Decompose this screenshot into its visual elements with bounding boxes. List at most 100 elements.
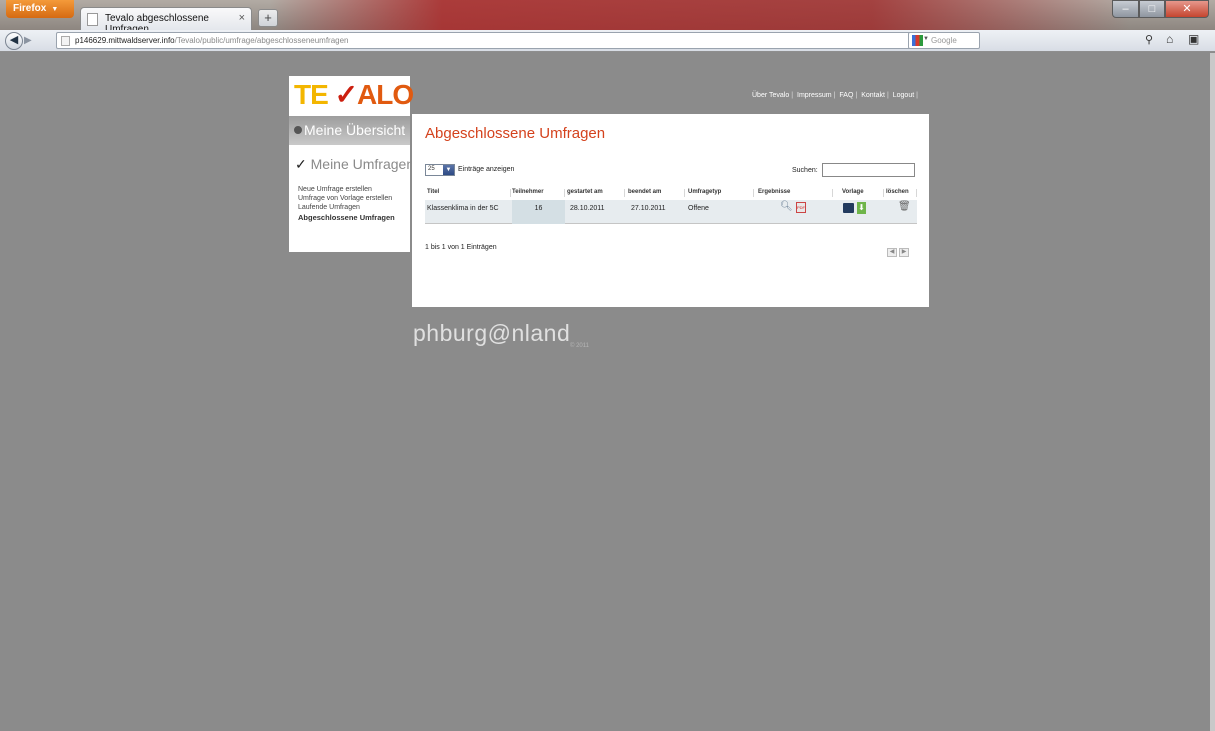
phburgenland-logo: phburg@nland [413, 320, 571, 346]
tab-close-icon[interactable]: × [239, 12, 245, 24]
logo-te: TE [294, 79, 329, 110]
table-header: Titel Teilnehmer gestartet am beendet am… [425, 187, 917, 200]
next-page-button[interactable]: ▶ [899, 248, 909, 257]
col-beendet[interactable]: beendet am [628, 187, 685, 200]
search-icon[interactable]: ⚲ [1145, 33, 1153, 46]
logo-check: ✓ [334, 79, 358, 110]
addon-bar-icon[interactable]: ▣ [1188, 32, 1199, 46]
logo-alo: ALO [357, 79, 414, 110]
minimize-button[interactable]: – [1112, 0, 1139, 18]
sort-icon [510, 189, 511, 197]
magnifier-icon[interactable]: 🔍︎ [780, 201, 793, 212]
logo-text: TE ✓ALO [289, 76, 414, 111]
col-gestartet[interactable]: gestartet am [567, 187, 625, 200]
download-icon[interactable]: ⬇ [857, 202, 866, 214]
forward-button[interactable]: ▶ [24, 34, 38, 48]
address-bar[interactable]: p146629.mittwaldserver.info/Tevalo/publi… [56, 32, 973, 49]
url-host: p146629.mittwaldserver.info [75, 36, 175, 45]
col-ergebnisse[interactable]: Ergebnisse [758, 187, 833, 200]
save-template-icon[interactable] [843, 203, 854, 213]
entries-per-page-select[interactable]: 25 ▼ [425, 164, 455, 176]
col-gestartet-label: gestartet am [567, 189, 603, 195]
nav-ueber-tevalo[interactable]: Über Tevalo [750, 92, 791, 99]
sidebar-link-neue-umfrage[interactable]: Neue Umfrage erstellen [298, 186, 372, 193]
col-ergebnisse-label: Ergebnisse [758, 189, 791, 195]
search-label: Suchen: [792, 167, 818, 174]
firefox-menu-button[interactable]: Firefox ▼ [6, 0, 74, 18]
sort-icon [883, 189, 884, 197]
search-engine-placeholder: Google [931, 36, 957, 45]
sort-icon [624, 189, 625, 197]
close-window-button[interactable]: ✕ [1165, 0, 1209, 18]
window-titlebar: Firefox ▼ Tevalo abgeschlossene Umfragen … [0, 0, 1215, 35]
col-vorlage-label: Vorlage [842, 189, 864, 195]
sidebar-link-von-vorlage[interactable]: Umfrage von Vorlage erstellen [298, 195, 392, 202]
page-favicon-icon [87, 13, 98, 26]
nav-logout[interactable]: Logout [891, 92, 916, 99]
entries-per-page-value: 25 [428, 166, 435, 172]
titlebar-decoration [270, 0, 1130, 30]
sidebar-item-umfragen[interactable]: ✓ Meine Umfragen [295, 156, 414, 173]
table-search-input[interactable] [822, 163, 915, 177]
sort-icon [564, 189, 565, 197]
search-engine-box[interactable]: ▼ Google [908, 32, 980, 49]
sidebar-umfragen-label: Meine Umfragen [310, 156, 415, 172]
table-row: Klassenklima in der 5C 16 28.10.2011 27.… [425, 200, 917, 224]
main-content-panel: Abgeschlossene Umfragen 25 ▼ Einträge an… [412, 114, 929, 307]
pagination: ◀ ▶ [887, 248, 909, 257]
col-loeschen[interactable]: löschen [886, 187, 917, 200]
cell-umfragetyp: Offene [688, 205, 709, 212]
copyright: © 2011 [570, 343, 589, 349]
home-icon[interactable]: ⌂ [1166, 32, 1173, 46]
nav-kontakt[interactable]: Kontakt [859, 92, 887, 99]
sidebar: Meine Übersicht ✓ Meine Umfragen Neue Um… [289, 116, 414, 252]
sort-icon [753, 189, 754, 197]
url-path: /Tevalo/public/umfrage/abgeschlosseneumf… [174, 36, 349, 45]
cell-beendet: 27.10.2011 [631, 205, 666, 212]
col-beendet-label: beendet am [628, 189, 662, 195]
top-navigation: Über Tevalo | Impressum | FAQ | Kontakt | Lo… [750, 92, 918, 99]
tevalo-logo[interactable]: TE ✓ALO [289, 76, 414, 116]
nav-impressum[interactable]: Impressum [795, 92, 834, 99]
sidebar-item-overview[interactable]: Meine Übersicht [289, 116, 410, 145]
sidebar-link-laufende[interactable]: Laufende Umfragen [298, 204, 360, 211]
bullet-icon [294, 126, 302, 134]
browser-tab[interactable]: Tevalo abgeschlossene Umfragen × [80, 7, 252, 35]
trash-icon[interactable]: 🗑︎ [898, 201, 911, 212]
checkmark-icon: ✓ [295, 156, 311, 172]
col-teilnehmer[interactable]: Teilnehmer [512, 187, 565, 200]
sort-icon [684, 189, 685, 197]
sort-icon [832, 189, 833, 197]
col-teilnehmer-label: Teilnehmer [512, 189, 544, 195]
site-identity-icon [61, 36, 70, 46]
pdf-icon[interactable]: PDF [796, 202, 806, 213]
col-titel-label: Titel [427, 189, 440, 195]
col-umfragetyp[interactable]: Umfragetyp [688, 187, 754, 200]
sidebar-link-abgeschlossene[interactable]: Abgeschlossene Umfragen [298, 213, 395, 222]
col-loeschen-label: löschen [886, 189, 909, 195]
col-titel[interactable]: Titel [427, 187, 511, 200]
col-umfragetyp-label: Umfragetyp [688, 189, 722, 195]
chevron-down-icon: ▼ [51, 6, 59, 13]
navigation-toolbar: ◀ ▶ p146629.mittwaldserver.info/Tevalo/p… [0, 30, 1215, 52]
sidebar-overview-label: Meine Übersicht [304, 122, 406, 138]
cell-titel: Klassenklima in der 5C [427, 205, 499, 212]
firefox-menu-label: Firefox [13, 3, 47, 14]
page-title: Abgeschlossene Umfragen [425, 125, 606, 142]
entries-label: Einträge anzeigen [458, 166, 515, 173]
table-info: 1 bis 1 von 1 Einträgen [425, 244, 497, 251]
google-icon [912, 35, 923, 46]
cell-teilnehmer: 16 [512, 200, 565, 224]
maximize-button[interactable]: □ [1139, 0, 1165, 18]
previous-page-button[interactable]: ◀ [887, 248, 897, 257]
nav-faq[interactable]: FAQ [837, 92, 855, 99]
new-tab-button[interactable]: + [258, 9, 278, 27]
window-controls: – □ ✕ [1112, 0, 1209, 18]
surveys-table: Titel Teilnehmer gestartet am beendet am… [425, 187, 917, 224]
sort-icon [916, 189, 917, 197]
vertical-scrollbar[interactable] [1210, 53, 1215, 731]
back-button[interactable]: ◀ [5, 32, 23, 50]
col-vorlage[interactable]: Vorlage [842, 187, 884, 200]
dropdown-arrow-icon: ▼ [443, 165, 454, 175]
cell-gestartet: 28.10.2011 [570, 205, 605, 212]
